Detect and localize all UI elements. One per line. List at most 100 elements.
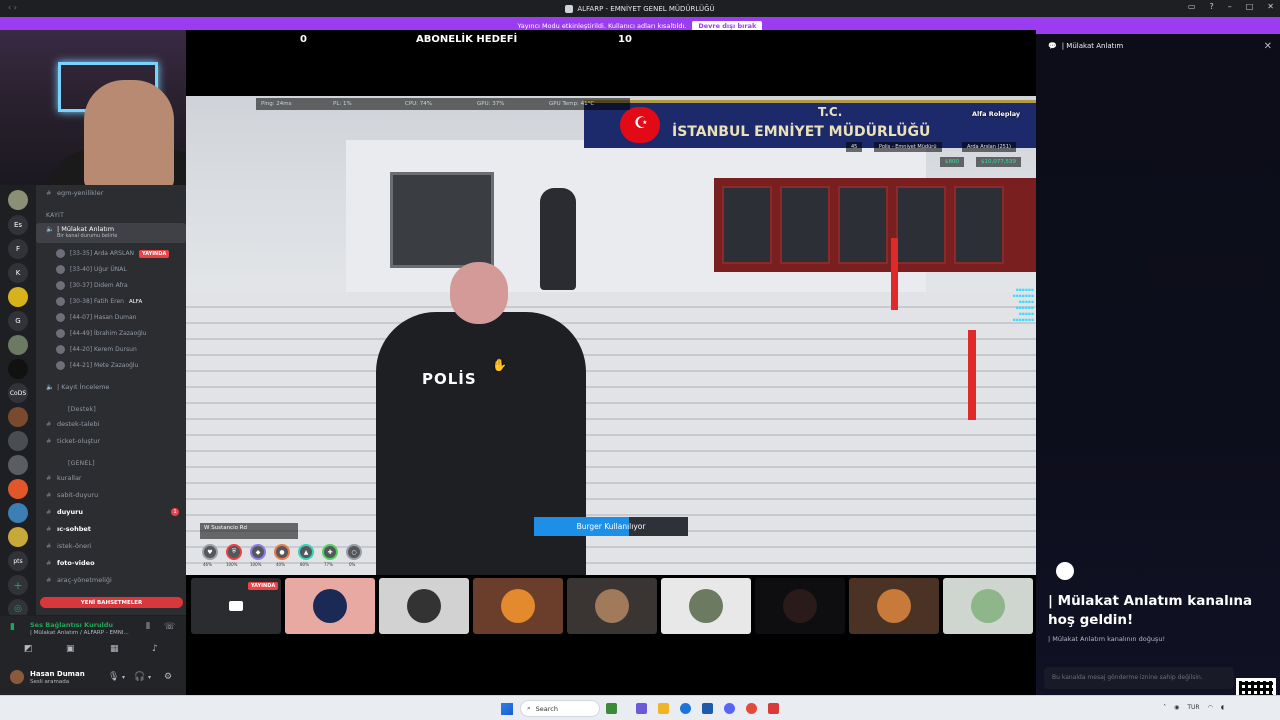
chevron-down-icon[interactable]: ▾: [148, 674, 151, 681]
server-icon[interactable]: [8, 431, 28, 451]
edge-icon[interactable]: [680, 703, 691, 714]
add-server-icon[interactable]: +: [8, 575, 28, 595]
game-stream[interactable]: 0 ABONELİK HEDEFİ 10 ☪ T.C. İSTANBUL EMN…: [186, 30, 1036, 575]
language-indicator[interactable]: TUR: [1187, 704, 1199, 711]
participant-tile[interactable]: [285, 578, 375, 634]
close-window-icon[interactable]: ✕: [1267, 2, 1274, 11]
server-icon-g[interactable]: G: [8, 311, 28, 331]
server-icon[interactable]: [8, 527, 28, 547]
settings-gear-icon[interactable]: ⚙: [164, 672, 172, 682]
voice-user[interactable]: [30-38] Fatih Eren ALFA: [56, 297, 142, 306]
screen-share-icon[interactable]: ▣: [66, 644, 75, 654]
voice-user[interactable]: [44-20] Kerem Dursun: [56, 345, 137, 354]
server-icon[interactable]: [8, 359, 28, 379]
tray-icon[interactable]: ◉: [1174, 704, 1179, 711]
tray-chevron-icon[interactable]: ˄: [1163, 704, 1166, 711]
discord-icon[interactable]: [724, 703, 735, 714]
chat-bubble-icon: [1056, 562, 1074, 580]
chevron-down-icon[interactable]: ▾: [122, 674, 125, 681]
file-explorer-icon[interactable]: [658, 703, 669, 714]
streamer-mode-disable-button[interactable]: Devre dışı bırak: [692, 20, 763, 31]
participant-tile[interactable]: [379, 578, 469, 634]
stat-value: 77%: [324, 562, 333, 567]
server-icon[interactable]: [8, 455, 28, 475]
server-icon-k[interactable]: K: [8, 263, 28, 283]
taskbar-search[interactable]: ⌕ Search: [520, 700, 600, 717]
back-forward-icon[interactable]: ‹ ›: [8, 3, 17, 12]
participant-tile[interactable]: [567, 578, 657, 634]
voice-user-name: [44-49] İbrahim Zazaoğlu: [70, 330, 147, 337]
voice-user[interactable]: [30-37] Didem Afra: [56, 281, 128, 290]
inbox-icon[interactable]: ▭: [1188, 2, 1196, 11]
server-icon-pts[interactable]: pts: [8, 551, 28, 571]
channel-kayit-inceleme[interactable]: 🔈 | Kayıt İnceleme: [36, 380, 186, 394]
welcome-heading: | Mülakat Anlatım kanalına hoş geldin!: [1048, 593, 1253, 628]
help-icon[interactable]: ?: [1209, 2, 1213, 11]
user-name[interactable]: Hasan Duman: [30, 670, 85, 678]
microphone-icon[interactable]: 🎙: [108, 672, 119, 682]
participant-tile[interactable]: [849, 578, 939, 634]
chrome-icon[interactable]: [746, 703, 757, 714]
voice-user[interactable]: [33-35] Arda ARSLAN YAYINDA: [56, 249, 170, 258]
participant-tile[interactable]: [943, 578, 1033, 634]
channel-mulakat-anlatim[interactable]: 🔈 | Mülakat Anlatım Bir kanal durumu bel…: [36, 223, 186, 243]
avatar[interactable]: [10, 670, 24, 684]
server-icon-f[interactable]: F: [8, 239, 28, 259]
copilot-icon[interactable]: [636, 703, 647, 714]
windows-start-icon[interactable]: [501, 703, 513, 715]
participant-tile[interactable]: [473, 578, 563, 634]
voice-user[interactable]: [44-49] İbrahim Zazaoğlu: [56, 329, 147, 338]
volume-icon[interactable]: ◖: [1221, 704, 1224, 711]
category-kayit[interactable]: KAYIT: [46, 212, 64, 219]
server-icon[interactable]: [8, 503, 28, 523]
close-icon[interactable]: ✕: [1264, 41, 1272, 52]
category-destek[interactable]: [Destek]: [68, 406, 96, 413]
server-icon-f-yellow[interactable]: [8, 287, 28, 307]
hud-player-name: Arda Arslan (251): [962, 142, 1016, 152]
server-icon-cods[interactable]: CoDS: [8, 383, 28, 403]
wifi-icon[interactable]: ◠: [1208, 704, 1213, 711]
channel-label: destek-talebi: [57, 420, 100, 428]
server-icon[interactable]: [8, 407, 28, 427]
channel-ticket-olustur[interactable]: # ticket-oluştur: [36, 434, 186, 448]
voice-icon: 🔈: [46, 383, 55, 391]
vest-label: POLİS: [422, 370, 477, 388]
server-icon[interactable]: [8, 479, 28, 499]
store-icon[interactable]: [702, 703, 713, 714]
streamer-face: [84, 80, 174, 185]
participant-tile[interactable]: [755, 578, 845, 634]
headphones-icon[interactable]: 🎧: [134, 672, 145, 682]
voice-user[interactable]: [44-07] Hasan Duman: [56, 313, 136, 322]
taskbar-app-icon[interactable]: [768, 703, 779, 714]
minimize-icon[interactable]: –: [1228, 2, 1232, 11]
taskbar-app-icon[interactable]: [606, 703, 617, 714]
voice-channel-name[interactable]: | Mülakat Anlatım / ALFARP - EMNİ...: [30, 630, 140, 636]
disconnect-icon[interactable]: ☏: [164, 622, 175, 632]
voice-user[interactable]: [33-40] Uğur ÜNAL: [56, 265, 127, 274]
channel-kurallar[interactable]: # kurallar: [36, 471, 186, 485]
new-mentions-pill[interactable]: YENİ BAHSETMELER: [40, 597, 183, 608]
participant-tile[interactable]: [661, 578, 751, 634]
voice-user[interactable]: [44-21] Mete Zazaoğlu: [56, 361, 138, 370]
activities-icon[interactable]: ▦: [110, 644, 119, 654]
server-icon[interactable]: [8, 190, 28, 210]
chat-header-title: | Mülakat Anlatım: [1061, 42, 1124, 50]
channel-egm-yenilikler[interactable]: # egm-yenilikler: [36, 186, 186, 200]
channel-arac-yonetmeligi[interactable]: # araç-yönetmeliği: [36, 573, 186, 587]
channel-duyuru[interactable]: # duyuru 1: [36, 505, 186, 519]
maximize-icon[interactable]: □: [1246, 2, 1254, 11]
search-label: Search: [535, 704, 558, 713]
signal-icon[interactable]: ▮: [10, 622, 15, 632]
soundboard-icon[interactable]: ♪: [152, 644, 158, 654]
server-icon[interactable]: [8, 335, 28, 355]
noise-suppression-icon[interactable]: ⦀: [146, 622, 150, 632]
channel-sabit-duyuru[interactable]: # sabit-duyuru: [36, 488, 186, 502]
participant-tile[interactable]: YAYINDA: [191, 578, 281, 634]
channel-foto-video[interactable]: # foto-video: [36, 556, 186, 570]
category-genel[interactable]: [GENEL]: [68, 460, 95, 467]
channel-ic-sohbet[interactable]: # ıc-sohbet: [36, 522, 186, 536]
camera-icon[interactable]: ◩: [24, 644, 33, 654]
channel-destek-talebi[interactable]: # destek-talebi: [36, 417, 186, 431]
server-icon-es[interactable]: Es: [8, 215, 28, 235]
channel-istek-oneri[interactable]: # istek-öneri: [36, 539, 186, 553]
